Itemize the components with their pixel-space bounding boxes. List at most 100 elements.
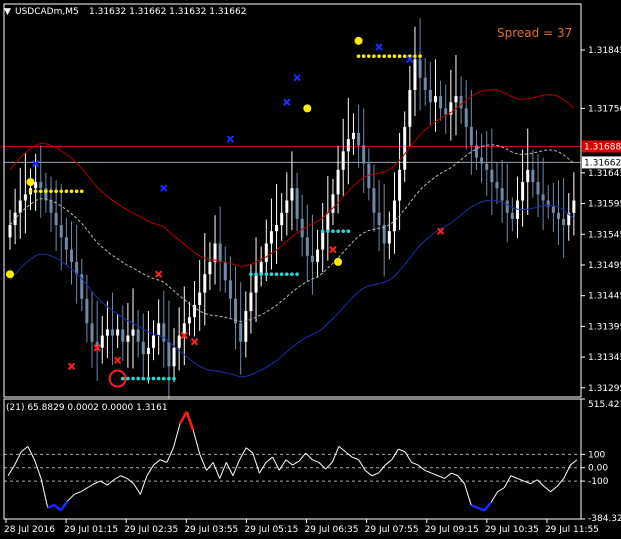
candle-body (428, 89, 432, 103)
cci-segment (106, 479, 115, 486)
candle-body (480, 157, 484, 164)
cci-segment (404, 451, 413, 463)
cci-segment (364, 470, 373, 477)
candle-body (531, 169, 535, 183)
cci-segment (245, 447, 254, 454)
cci-segment (219, 462, 227, 479)
candle-body (34, 182, 38, 189)
cci-segment (252, 452, 260, 474)
candle-body (146, 347, 150, 355)
signal-dots-cyan-3 (320, 229, 351, 234)
signal-dots-cyan-1 (120, 376, 176, 381)
candle-body (228, 280, 232, 299)
cci-segment (451, 472, 459, 477)
cci-segment (411, 461, 419, 466)
cci-segment (73, 491, 81, 495)
signal-dot (254, 272, 258, 276)
signal-dot (38, 189, 43, 194)
candle-body (152, 335, 156, 348)
cci-segment (59, 500, 69, 512)
signal-dot (346, 229, 351, 234)
candle-body (18, 200, 22, 213)
signal-dot (290, 272, 294, 276)
candle-body (490, 169, 494, 183)
cci-segment (444, 472, 452, 479)
cci-segment (431, 472, 439, 477)
candle-body (387, 231, 391, 244)
candle-body (264, 243, 268, 262)
candle-body (295, 188, 299, 219)
cci-segment (212, 462, 221, 479)
time-tick-label: 29 Jul 05:15 (244, 525, 298, 535)
candle-body (326, 212, 330, 232)
signal-dot (392, 54, 397, 58)
cci-segment (20, 446, 29, 453)
cci-segment (139, 475, 148, 495)
candle-body (208, 261, 212, 275)
cross-red-3 (113, 356, 122, 364)
signal-dot (44, 189, 48, 194)
candle-body (111, 329, 115, 336)
indicator-header: (21) 65.8829 0.0002 0.0000 1.3161 (6, 403, 168, 413)
signal-dot (59, 189, 64, 194)
price-tick-label: 1.31545 (588, 230, 621, 240)
candle-body (336, 169, 340, 195)
signal-dot (64, 189, 69, 194)
price-tick-label: 1.31750 (588, 104, 621, 114)
cci-segment (384, 459, 393, 466)
candle-body (500, 188, 504, 201)
cci-segment (133, 483, 141, 495)
signal-sun-2 (26, 178, 35, 187)
candle-body (187, 317, 191, 324)
cross-blue-6 (375, 43, 383, 51)
candle-body (290, 188, 294, 201)
signal-dot (33, 189, 38, 194)
price-tick-label: 1.31295 (588, 384, 621, 394)
cci-segment (292, 460, 300, 466)
signal-dot (269, 272, 274, 276)
signal-dot (361, 54, 366, 58)
header-arrow[interactable]: ▼ (4, 7, 11, 17)
cci-segment (543, 486, 551, 493)
cci-segment (146, 464, 154, 477)
price-panel[interactable] (4, 18, 581, 400)
signal-dot (136, 376, 140, 381)
candle-body (454, 96, 458, 103)
signal-dot (397, 54, 402, 58)
trading-chart[interactable]: 1.31845 1.31750 1.31645 1.31595 1.31545 1.314… (0, 0, 621, 539)
cci-segment (206, 462, 214, 471)
candle-body (439, 96, 443, 109)
price-tick-label: 1.31495 (588, 261, 621, 271)
signal-dot (372, 54, 376, 58)
time-tick-label: 29 Jul 09:15 (425, 525, 479, 535)
cci-segment (464, 483, 472, 506)
signal-sun-1 (6, 270, 14, 279)
cci-segment (53, 504, 62, 512)
candle-body (157, 323, 161, 336)
signal-sun-4 (334, 257, 343, 266)
cci-segment (563, 464, 571, 479)
signal-dot (285, 272, 289, 276)
candle-body (64, 237, 68, 250)
signal-dot (382, 54, 387, 58)
price-tick-label: 1.31395 (588, 322, 621, 332)
indicator-panel[interactable] (4, 411, 581, 512)
candle-body (469, 126, 473, 146)
cci-segment (378, 464, 386, 474)
cci-segment (457, 475, 465, 485)
signal-dot (320, 229, 325, 234)
cci-segment (437, 475, 445, 479)
cci-segment (497, 487, 505, 493)
signal-dot (387, 54, 392, 58)
indicator-tick-label: -100 (588, 477, 609, 487)
cci-segment (159, 459, 167, 463)
candle-body (372, 188, 376, 213)
cci-segment (351, 456, 359, 461)
candle-body (562, 218, 566, 226)
cci-segment (312, 459, 320, 463)
candle-body (198, 292, 202, 305)
signal-dot (131, 376, 135, 381)
candle-body (495, 182, 499, 189)
cross-blue-2 (160, 184, 168, 192)
cci-segment (258, 462, 267, 474)
